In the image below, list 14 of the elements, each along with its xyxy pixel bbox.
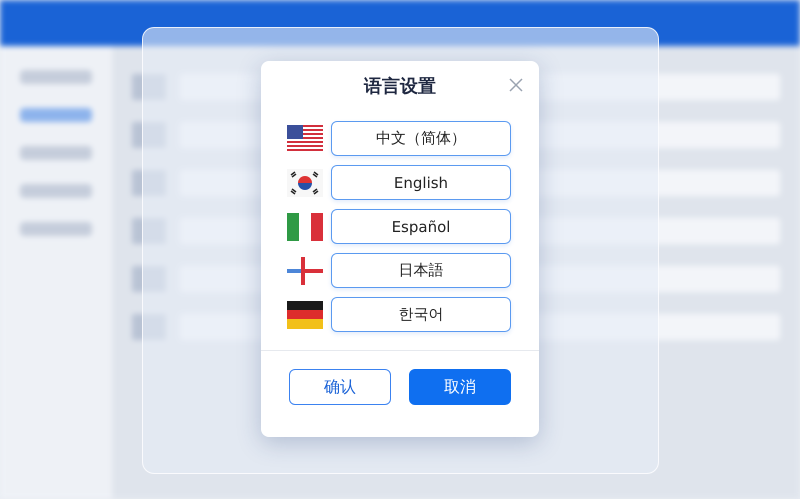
flag-icon (287, 256, 323, 284)
flag-icon (287, 212, 323, 240)
language-option[interactable]: 中文（简体） (331, 121, 511, 156)
language-option[interactable]: 日本語 (331, 253, 511, 288)
flag-icon (287, 124, 323, 152)
language-option[interactable]: English (331, 165, 511, 200)
flag-icon (287, 168, 323, 196)
flag-icon (287, 300, 323, 328)
confirm-button[interactable]: 确认 (289, 369, 391, 405)
dialog-title: 语言设置 (364, 75, 436, 98)
cancel-button[interactable]: 取消 (409, 369, 511, 405)
close-icon[interactable] (509, 78, 523, 92)
language-option[interactable]: 한국어 (331, 297, 511, 332)
language-option[interactable]: Español (331, 209, 511, 244)
